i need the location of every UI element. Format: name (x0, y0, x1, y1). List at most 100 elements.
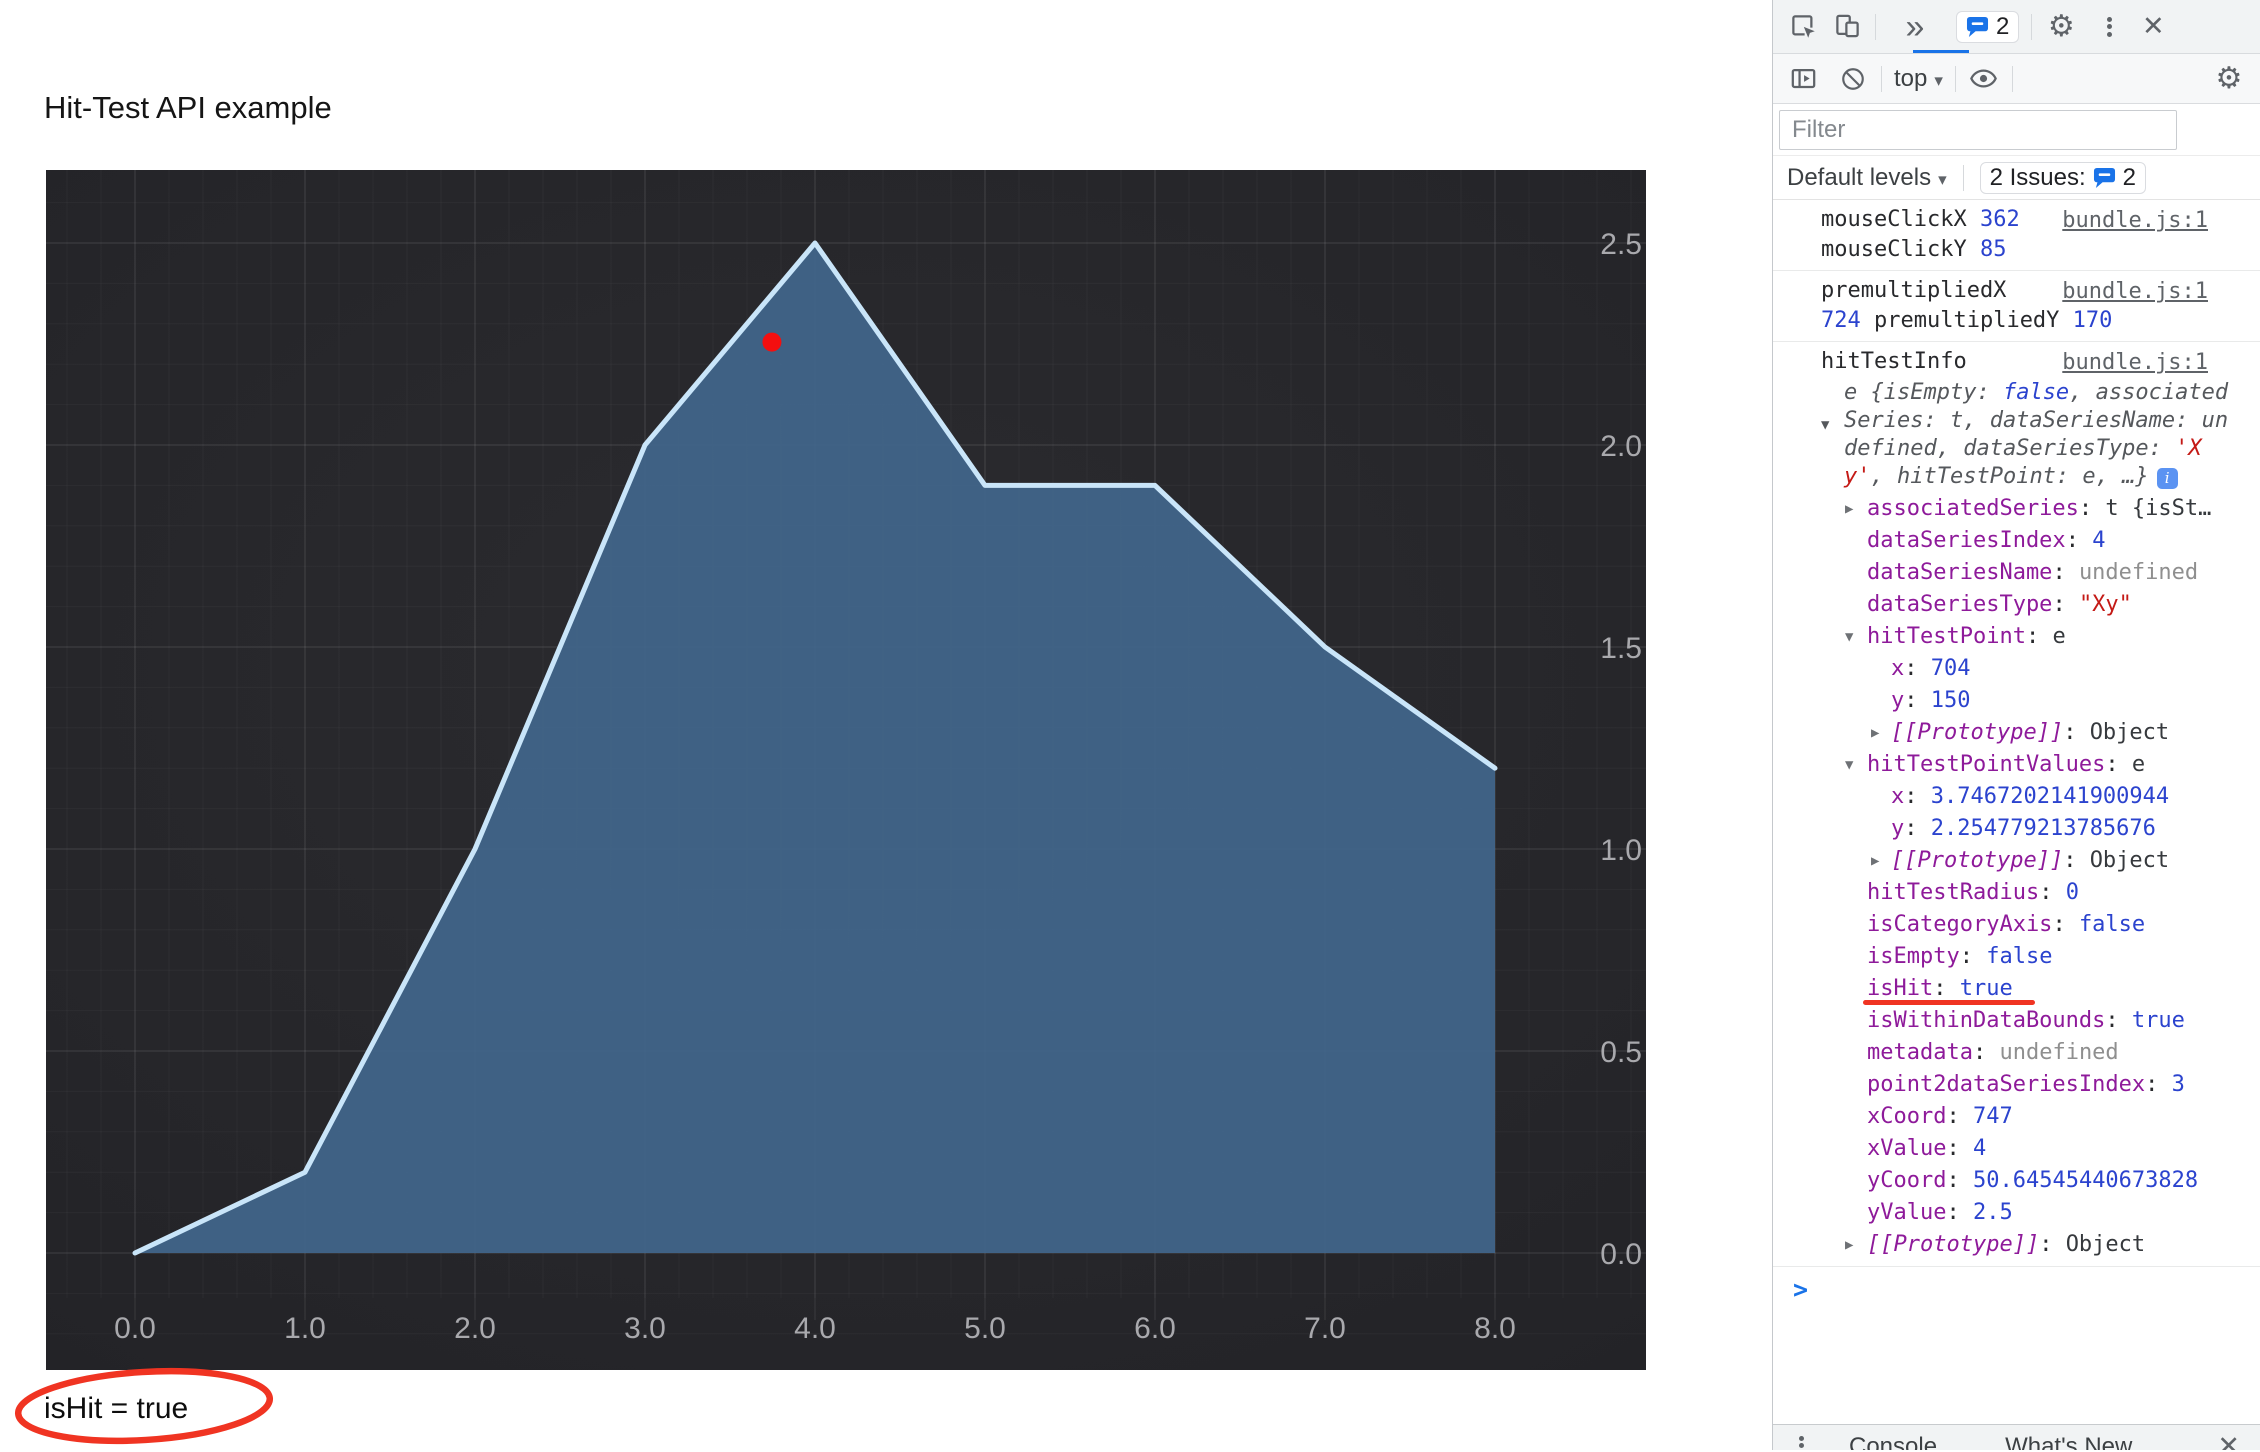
property-value: true (2132, 1008, 2185, 1033)
property-name: xCoord (1867, 1104, 1946, 1129)
inspect-element-icon[interactable] (1787, 13, 1819, 40)
source-link[interactable]: bundle.js:1 (2062, 348, 2208, 378)
expand-arrow[interactable]: ▶ (1845, 1229, 1853, 1261)
expand-arrow[interactable]: ▼ (1845, 749, 1853, 781)
context-selector[interactable]: top▾ (1894, 65, 1943, 93)
issues-count: 2 (1996, 13, 2009, 41)
expand-arrow[interactable]: ▶ (1871, 717, 1879, 749)
console-property-row: y: 150 (1821, 685, 2260, 717)
console-property-row: xValue: 4 (1821, 1133, 2260, 1165)
console-property-row: dataSeriesName: undefined (1821, 557, 2260, 589)
console-property-row: yCoord: 50.64545440673828 (1821, 1165, 2260, 1197)
info-icon[interactable]: i (2157, 468, 2178, 489)
property-value: 150 (1931, 688, 1971, 713)
property-value: false (2079, 912, 2145, 937)
property-name: point2dataSeriesIndex (1867, 1072, 2145, 1097)
expand-arrow[interactable]: ▶ (1845, 493, 1853, 525)
x-axis-label: 2.0 (454, 1312, 496, 1345)
property-name: isWithinDataBounds (1867, 1008, 2105, 1033)
console-property-row: ▶[[Prototype]]: Object (1821, 845, 2260, 877)
drawer-tab-whats-new[interactable]: What's New (2005, 1433, 2132, 1450)
property-value: Object (2066, 1232, 2145, 1257)
close-devtools-icon[interactable]: ✕ (2136, 13, 2170, 40)
issue-bubble-icon (2093, 167, 2116, 189)
drawer-kebab-icon[interactable] (1781, 1433, 1821, 1450)
property-name: isCategoryAxis (1867, 912, 2052, 937)
console-property-row: isCategoryAxis: false (1821, 909, 2260, 941)
property-value: undefined (1999, 1040, 2118, 1065)
kebab-menu-icon[interactable] (2092, 14, 2126, 39)
hit-test-chart[interactable]: 0.01.02.03.04.05.06.07.08.00.00.51.01.52… (46, 170, 1646, 1370)
live-expression-eye-icon[interactable] (1968, 65, 2000, 92)
x-axis-label: 5.0 (964, 1312, 1006, 1345)
collapse-arrow[interactable]: ▼ (1821, 411, 1829, 439)
property-name: hitTestRadius (1867, 880, 2039, 905)
console-line: 724 premultipliedY 170 (1821, 306, 2260, 336)
property-name: associatedSeries (1867, 496, 2079, 521)
console-toolbar: top▾ ⚙ (1773, 54, 2260, 104)
property-value: 2.254779213785676 (1931, 816, 2156, 841)
x-axis-label: 4.0 (794, 1312, 836, 1345)
hit-test-marker (762, 333, 781, 352)
y-axis-label: 2.0 (1600, 430, 1642, 463)
issues-button[interactable]: 2 Issues: 2 (1980, 162, 2146, 194)
chart-svg: 0.01.02.03.04.05.06.07.08.00.00.51.01.52… (46, 170, 1646, 1370)
console-property-row: ▶[[Prototype]]: Object (1821, 717, 2260, 749)
drawer-close-icon[interactable]: ✕ (2217, 1433, 2240, 1450)
property-value: t {isSt… (2105, 496, 2211, 521)
y-axis-label: 2.5 (1600, 228, 1642, 261)
object-preview: ▼e {isEmpty: false, associatedSeries: t,… (1844, 379, 2236, 491)
console-property-row: yValue: 2.5 (1821, 1197, 2260, 1229)
divider (1963, 165, 1964, 191)
log-levels-dropdown[interactable]: Default levels▾ (1787, 164, 1947, 192)
x-axis-label: 0.0 (114, 1312, 156, 1345)
console-sidebar-icon[interactable] (1787, 65, 1819, 92)
issues-label: 2 Issues: (1990, 164, 2086, 192)
expand-arrow[interactable]: ▶ (1871, 845, 1879, 877)
ishit-circle-annotation (6, 1360, 296, 1452)
property-name: yValue (1867, 1200, 1946, 1225)
property-value: 704 (1931, 656, 1971, 681)
filter-input[interactable] (1779, 110, 2177, 150)
property-name: isHit (1867, 976, 1933, 1001)
property-value: "Xy" (2079, 592, 2132, 617)
console-message: bundle.js:1premultipliedX724 premultipli… (1773, 271, 2260, 342)
expand-arrow[interactable]: ▼ (1845, 621, 1853, 653)
property-name: metadata (1867, 1040, 1973, 1065)
device-toolbar-icon[interactable] (1831, 13, 1863, 40)
y-axis-label: 0.5 (1600, 1036, 1642, 1069)
chevron-down-icon: ▾ (1934, 71, 1943, 90)
console-property-row: isHit: true (1821, 973, 2260, 1005)
property-value: Object (2090, 848, 2169, 873)
settings-gear-icon[interactable]: ⚙ (2044, 12, 2078, 42)
source-link[interactable]: bundle.js:1 (2062, 277, 2208, 307)
console-property-row: point2dataSeriesIndex: 3 (1821, 1069, 2260, 1101)
divider (1955, 66, 1956, 92)
property-value: 747 (1973, 1104, 2013, 1129)
property-name: hitTestPointValues (1867, 752, 2105, 777)
chevron-down-icon: ▾ (1938, 170, 1947, 189)
property-name: y (1891, 688, 1904, 713)
property-value: true (1960, 976, 2013, 1001)
property-value: 3 (2172, 1072, 2185, 1097)
property-name: dataSeriesIndex (1867, 528, 2066, 553)
divider (2012, 66, 2013, 92)
console-messages: bundle.js:1mouseClickX 362mouseClickY 85… (1773, 200, 2260, 1450)
more-tabs-button[interactable]: » (1888, 10, 1940, 44)
x-axis-label: 1.0 (284, 1312, 326, 1345)
console-settings-gear-icon[interactable]: ⚙ (2212, 64, 2246, 94)
console-line: mouseClickY 85 (1821, 235, 2260, 265)
console-property-row: xCoord: 747 (1821, 1101, 2260, 1133)
property-value: false (1986, 944, 2052, 969)
property-name: [[Prototype]] (1891, 848, 2063, 873)
property-value: e (2052, 624, 2065, 649)
clear-console-icon[interactable] (1837, 66, 1869, 92)
console-prompt[interactable]: > (1773, 1267, 2260, 1303)
divider (2031, 14, 2032, 40)
drawer-tab-console[interactable]: Console (1849, 1433, 1937, 1450)
x-axis-label: 8.0 (1474, 1312, 1516, 1345)
source-link[interactable]: bundle.js:1 (2062, 206, 2208, 236)
x-axis-label: 6.0 (1134, 1312, 1176, 1345)
property-name: x (1891, 656, 1904, 681)
issues-count-button[interactable]: 2 (1956, 11, 2019, 43)
